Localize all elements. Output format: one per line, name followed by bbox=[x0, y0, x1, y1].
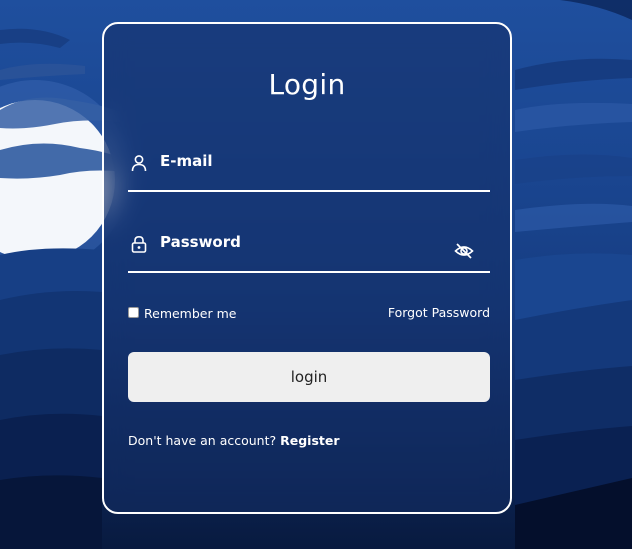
eye-off-icon[interactable] bbox=[454, 241, 474, 261]
login-screen: Login E-mail Password Remember me Forgot… bbox=[0, 0, 632, 549]
register-prompt: Don't have an account? bbox=[128, 433, 277, 448]
forgot-password-link[interactable]: Forgot Password bbox=[388, 305, 490, 320]
cloud bbox=[515, 203, 632, 232]
password-field-label: Password bbox=[160, 233, 241, 251]
remember-me-label: Remember me bbox=[144, 306, 237, 321]
login-card: Login E-mail Password Remember me Forgot… bbox=[102, 22, 512, 514]
cloud bbox=[515, 58, 632, 90]
cloud bbox=[515, 154, 632, 184]
cloud bbox=[0, 63, 85, 80]
login-button[interactable]: login bbox=[128, 352, 490, 402]
email-field[interactable]: E-mail bbox=[128, 148, 490, 192]
remember-me[interactable]: Remember me bbox=[128, 304, 236, 321]
email-field-label: E-mail bbox=[160, 152, 213, 170]
lock-icon bbox=[131, 235, 147, 253]
user-icon bbox=[131, 155, 147, 172]
form-options-row: Remember me Forgot Password bbox=[128, 304, 490, 324]
password-field[interactable]: Password bbox=[128, 229, 490, 273]
cloud bbox=[0, 28, 70, 48]
register-link[interactable]: Register bbox=[280, 433, 339, 448]
hill bbox=[0, 475, 102, 549]
register-row: Don't have an account? Register bbox=[128, 433, 340, 448]
cloud bbox=[515, 102, 632, 132]
login-title: Login bbox=[268, 68, 346, 101]
remember-me-checkbox[interactable] bbox=[128, 307, 139, 318]
cloud bbox=[560, 0, 632, 20]
